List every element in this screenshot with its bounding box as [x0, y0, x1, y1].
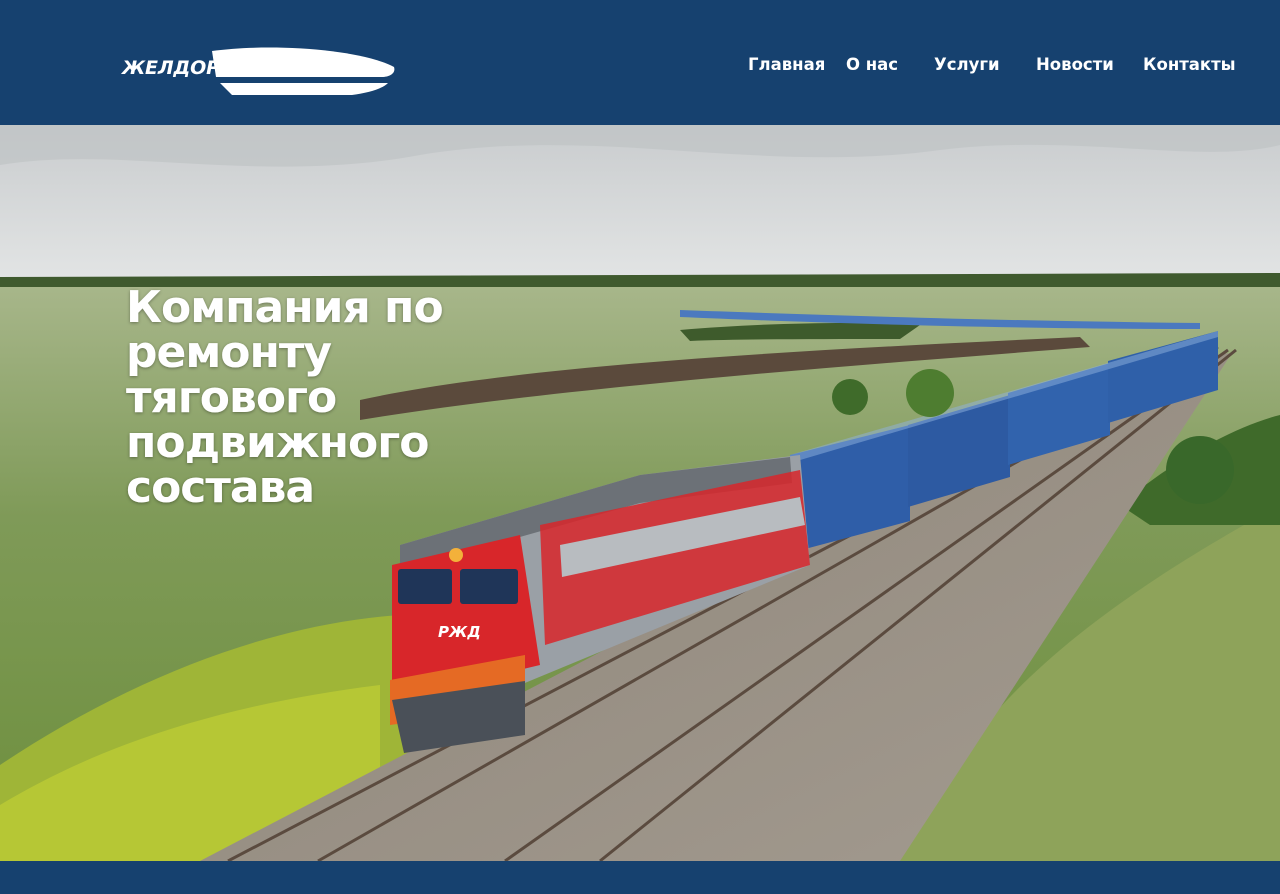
nav-item-contacts[interactable]: Контакты — [1143, 55, 1236, 74]
nav-item-news[interactable]: Новости — [1036, 55, 1114, 74]
logo-wordmark: ЖЕЛДОРРЕММАШ — [122, 57, 322, 79]
nav-item-about[interactable]: О нас — [846, 55, 898, 74]
locomotive-marking: РЖД — [438, 623, 481, 641]
hero-banner: РЖД Компания по ремонту тягового подвижн… — [0, 125, 1280, 861]
footer-bar — [0, 861, 1280, 894]
site-header: ЖЕЛДОРРЕММАШ Главная О нас Услуги Новост… — [0, 0, 1280, 125]
nav-item-services[interactable]: Услуги — [934, 55, 1000, 74]
nav-item-home[interactable]: Главная — [748, 55, 825, 74]
hero-title: Компания по ремонту тягового подвижного … — [126, 282, 444, 513]
site-logo[interactable]: ЖЕЛДОРРЕММАШ — [120, 43, 400, 99]
